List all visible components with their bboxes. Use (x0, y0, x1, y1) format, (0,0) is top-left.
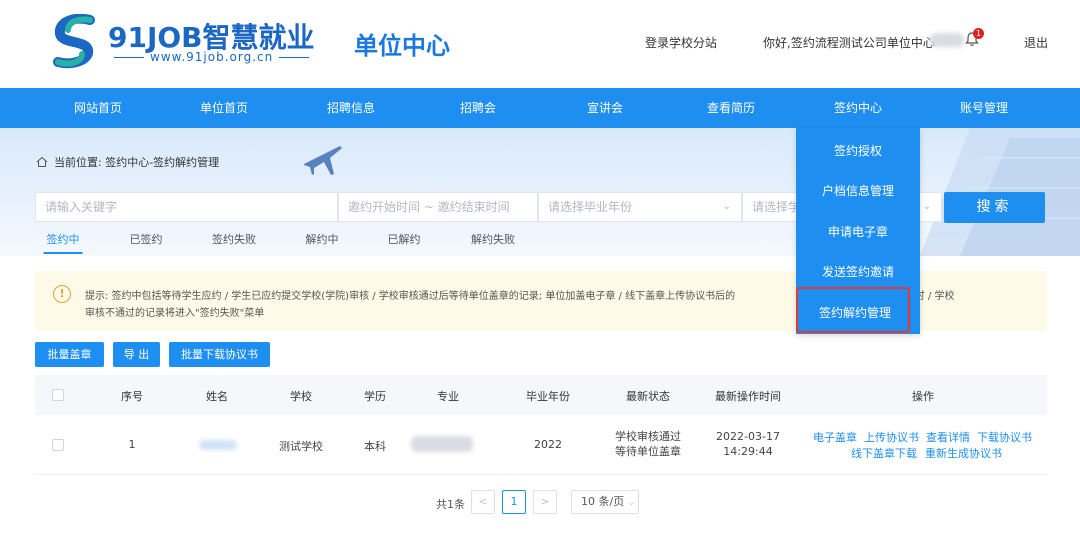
warning-icon: ! (53, 285, 71, 303)
row-checkbox[interactable] (52, 439, 64, 451)
login-branch-link[interactable]: 登录学校分站 (645, 34, 717, 51)
redacted-major (411, 436, 473, 452)
nav-item-resumes[interactable]: 查看简历 (707, 88, 755, 128)
nav-item-jobs[interactable]: 招聘信息 (327, 88, 375, 128)
cell-index: 1 (128, 438, 136, 451)
redacted-name (930, 33, 964, 47)
tab-signing[interactable]: 签约中 (43, 228, 83, 254)
extra-filter-placeholder: 请选择学 (752, 200, 801, 214)
redacted-student-name (199, 440, 237, 450)
cell-degree: 本科 (364, 440, 386, 453)
notice-line2: 审核不通过的记录将进入"签约失败"菜单 (85, 308, 265, 319)
nav-item-home[interactable]: 网站首页 (74, 88, 122, 128)
prev-page-button[interactable]: < (471, 490, 495, 514)
nav-item-signing-center[interactable]: 签约中心 (834, 88, 882, 128)
logo-url: www.91job.org.cn (108, 50, 315, 64)
menu-item-apply-e-seal[interactable]: 申请电子章 (796, 223, 920, 240)
next-page-button[interactable]: > (533, 490, 557, 514)
page-size-select[interactable]: 10 条/页 ⌄ (571, 490, 639, 514)
upload-agreement-link[interactable]: 上传协议书 (864, 429, 919, 445)
col-op-time: 最新操作时间 (715, 390, 781, 403)
status-line1: 学校审核通过 (615, 430, 681, 443)
nav-item-company-home[interactable]: 单位首页 (200, 88, 248, 128)
logo-s-icon (53, 14, 95, 69)
col-grad-year: 毕业年份 (526, 390, 570, 403)
greeting-text: 你好,签约流程测试公司单位中心 (763, 36, 935, 50)
menu-item-send-invite[interactable]: 发送签约邀请 (796, 263, 920, 280)
regenerate-agreement-link[interactable]: 重新生成协议书 (925, 445, 1002, 461)
col-major: 专业 (437, 390, 459, 403)
status-line2: 等待单位盖章 (615, 445, 681, 458)
menu-item-sign-auth[interactable]: 签约授权 (796, 142, 920, 159)
col-degree: 学历 (364, 390, 386, 403)
search-button[interactable]: 搜索 (944, 192, 1045, 223)
select-all-checkbox[interactable] (52, 389, 64, 401)
menu-item-archive-info[interactable]: 户档信息管理 (796, 182, 920, 199)
nav-item-presentation[interactable]: 宣讲会 (587, 88, 623, 128)
offline-stamp-download-link[interactable]: 线下盖章下载 (851, 445, 917, 461)
tab-sign-failed[interactable]: 签约失败 (212, 228, 256, 254)
col-index: 序号 (121, 390, 143, 403)
table-row: 1 测试学校 本科 2022 学校审核通过 等待单位盖章 2022-03-17 … (35, 415, 1047, 475)
page-header: 91JOB智慧就业 www.91job.org.cn 单位中心 登录学校分站 你… (0, 0, 1080, 88)
time-line1: 2022-03-17 (716, 430, 780, 443)
table-header: 序号 姓名 学校 学历 专业 毕业年份 最新状态 最新操作时间 操作 (35, 375, 1047, 415)
cell-status: 学校审核通过 等待单位盖章 (615, 429, 681, 459)
tab-signed[interactable]: 已签约 (130, 228, 163, 254)
tab-terminate-failed[interactable]: 解约失败 (471, 228, 515, 254)
col-name: 姓名 (206, 390, 228, 403)
chevron-down-icon: ⌄ (722, 201, 731, 212)
time-line2: 14:29:44 (723, 445, 773, 458)
download-agreement-link[interactable]: 下载协议书 (977, 429, 1032, 445)
notice-line1: 提示: 签约中包括等待学生应约 / 学生已应约提交学校(学院)审核 / 学校审核… (85, 291, 736, 302)
page-1-button[interactable]: 1 (502, 490, 526, 514)
chevron-down-icon: ⌄ (922, 201, 931, 212)
col-actions: 操作 (912, 390, 934, 403)
site-logo[interactable]: 91JOB智慧就业 www.91job.org.cn (50, 12, 320, 72)
grad-year-select[interactable]: 请选择毕业年份 ⌄ (538, 192, 742, 222)
notification-badge: 1 (973, 28, 984, 39)
view-detail-link[interactable]: 查看详情 (926, 429, 970, 445)
col-school: 学校 (290, 390, 312, 403)
breadcrumb: 当前位置: 签约中心-签约解约管理 (36, 154, 219, 170)
batch-download-button[interactable]: 批量下载协议书 (169, 342, 270, 367)
batch-stamp-button[interactable]: 批量盖章 (35, 342, 104, 367)
logout-link[interactable]: 退出 (1024, 34, 1048, 51)
home-icon (36, 156, 48, 167)
export-button[interactable]: 导 出 (113, 342, 160, 367)
page-size-value: 10 条/页 (581, 495, 625, 508)
main-nav: 网站首页 单位首页 招聘信息 招聘会 宣讲会 查看简历 签约中心 账号管理 (0, 88, 1080, 128)
nav-item-job-fair[interactable]: 招聘会 (460, 88, 496, 128)
grad-year-placeholder: 请选择毕业年份 (548, 200, 633, 214)
nav-item-account[interactable]: 账号管理 (960, 88, 1008, 128)
e-stamp-link[interactable]: 电子盖章 (813, 429, 857, 445)
cell-school: 测试学校 (279, 440, 323, 453)
tab-terminating[interactable]: 解约中 (306, 228, 339, 254)
keyword-input[interactable]: 请输入关键字 (35, 192, 338, 222)
col-status: 最新状态 (626, 390, 670, 403)
pagination-total: 共1条 (436, 498, 465, 511)
chevron-down-icon: ⌄ (627, 498, 636, 508)
cell-op-time: 2022-03-17 14:29:44 (716, 429, 780, 459)
page-title: 单位中心 (354, 32, 450, 60)
cell-grad-year: 2022 (534, 438, 562, 451)
date-range-input[interactable]: 邀约开始时间 ~ 邀约结束时间 (338, 192, 538, 222)
highlight-frame (796, 287, 910, 333)
breadcrumb-text: 当前位置: 签约中心-签约解约管理 (54, 156, 220, 169)
tab-terminated[interactable]: 已解约 (388, 228, 421, 254)
airplane-icon (304, 146, 342, 175)
